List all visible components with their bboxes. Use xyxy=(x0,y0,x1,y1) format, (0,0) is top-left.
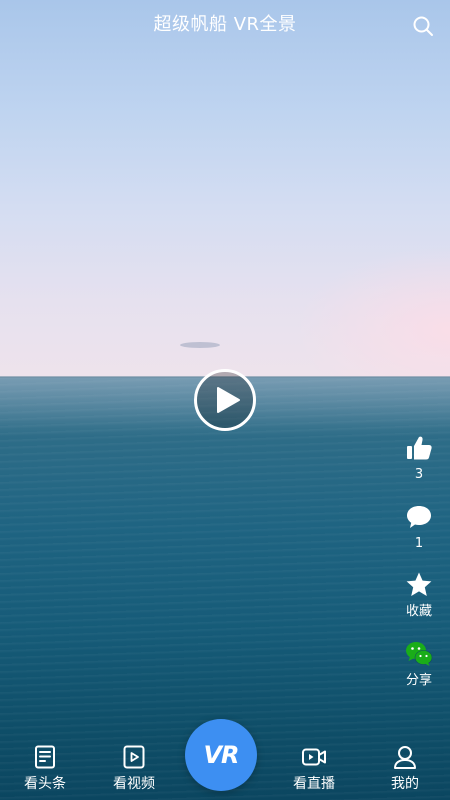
thumbs-up-icon xyxy=(407,436,432,460)
panorama-sky[interactable] xyxy=(0,0,450,377)
search-button[interactable] xyxy=(412,15,434,37)
share-button[interactable]: 分享 xyxy=(394,640,444,690)
nav-item-profile[interactable]: 我的 xyxy=(370,744,440,794)
news-icon xyxy=(35,745,55,769)
search-icon xyxy=(413,16,433,36)
video-icon xyxy=(123,745,145,769)
nav-item-headlines[interactable]: 看头条 xyxy=(10,744,80,794)
star-icon xyxy=(406,572,432,596)
share-label: 分享 xyxy=(405,673,432,688)
nav-item-live[interactable]: 看直播 xyxy=(279,744,349,794)
favorite-button[interactable]: 收藏 xyxy=(394,571,444,621)
play-button[interactable] xyxy=(193,368,257,432)
play-icon xyxy=(194,369,256,431)
comment-count: 1 xyxy=(414,536,424,551)
nav-label-headlines: 看头条 xyxy=(24,776,66,792)
nav-label-profile: 我的 xyxy=(391,776,419,792)
favorite-label: 收藏 xyxy=(405,604,432,619)
vr-center-button[interactable]: VR xyxy=(185,719,257,791)
nav-label-videos: 看视频 xyxy=(113,776,155,792)
live-camera-icon xyxy=(302,748,326,766)
comment-icon xyxy=(407,506,431,528)
wechat-icon xyxy=(406,642,433,666)
like-button[interactable]: 3 xyxy=(394,434,444,484)
like-count: 3 xyxy=(414,467,424,482)
nav-label-live: 看直播 xyxy=(293,776,335,792)
user-icon xyxy=(394,746,416,769)
nav-item-videos[interactable]: 看视频 xyxy=(99,744,169,794)
vr-panorama-screen: 超级帆船 VR全景 3 1 收藏 分享 看头条 看视频 VR 看直播 我的 xyxy=(0,0,450,800)
comment-button[interactable]: 1 xyxy=(394,503,444,553)
page-title: 超级帆船 VR全景 xyxy=(153,14,297,35)
distant-cloud xyxy=(180,342,220,348)
